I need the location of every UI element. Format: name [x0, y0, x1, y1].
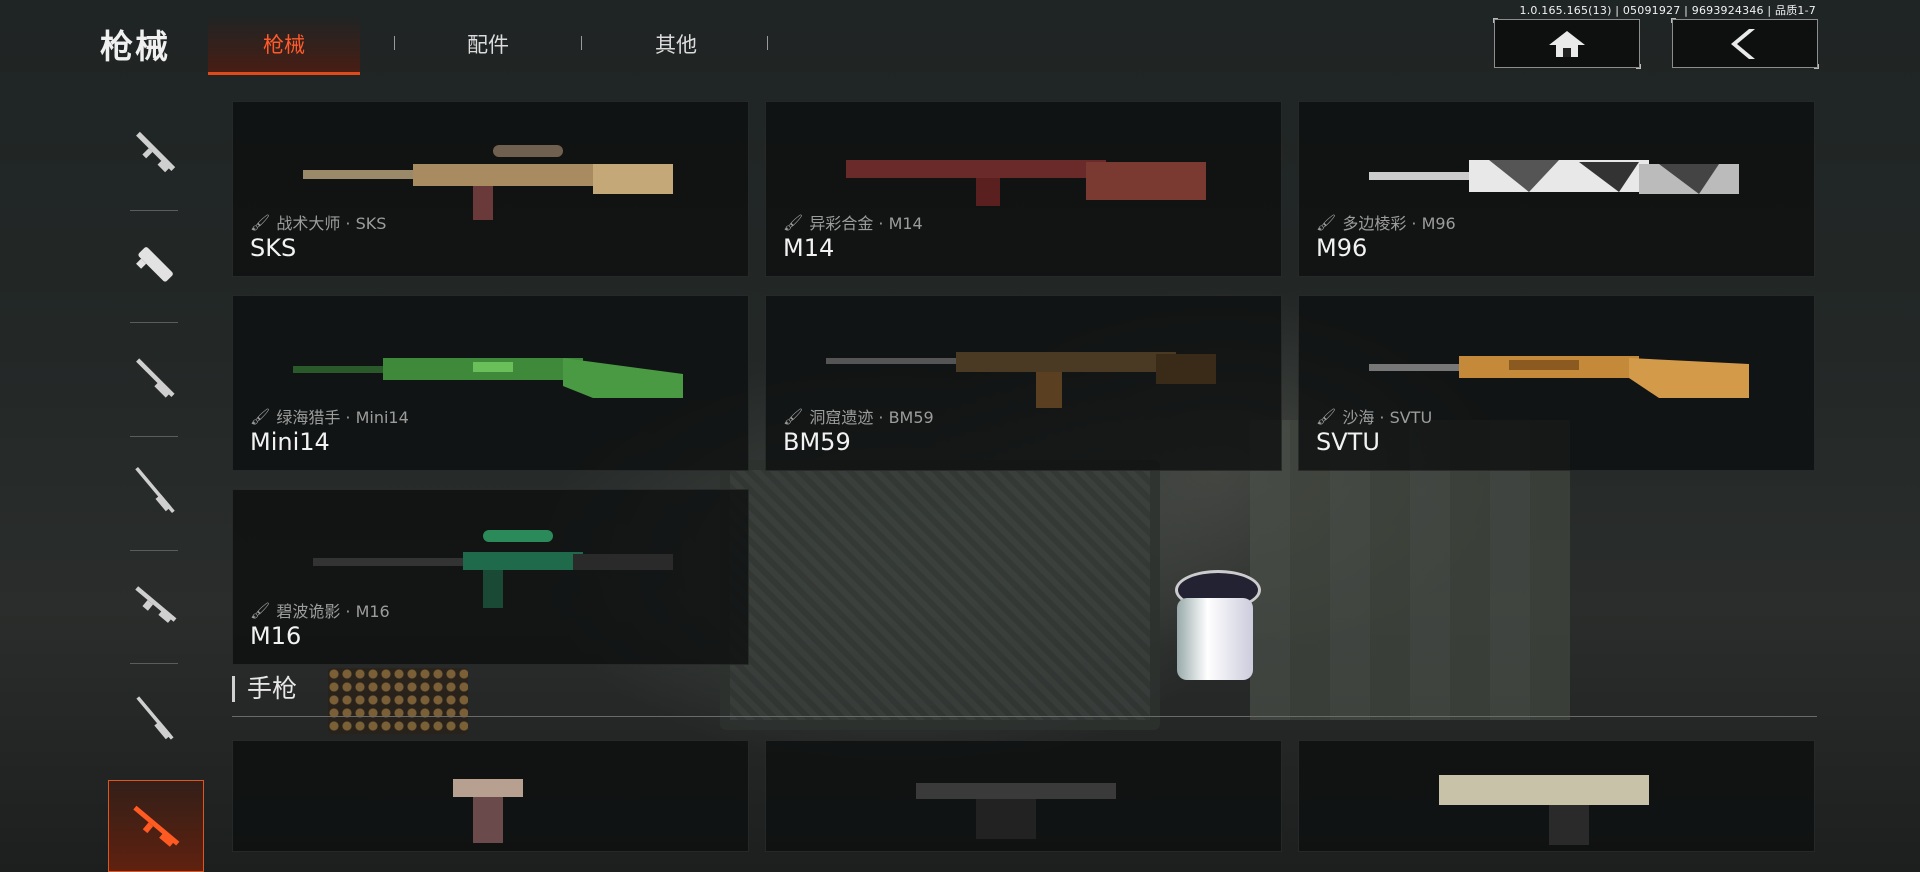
sidebar-divider — [130, 436, 178, 437]
lmg-icon — [135, 586, 177, 623]
home-button[interactable] — [1493, 18, 1641, 69]
tab-other[interactable]: 其他 — [600, 16, 752, 72]
sidebar-item-shotgun[interactable] — [130, 338, 180, 418]
sniper-rifle-icon — [135, 466, 175, 514]
weapon-name: SVTU — [1316, 428, 1380, 456]
paint-brush-icon: 🖌 — [783, 406, 804, 426]
paint-brush-icon: 🖌 — [250, 406, 271, 426]
page-title: 枪械 — [100, 27, 170, 66]
pistol-image — [453, 779, 523, 843]
weapon-card-m14[interactable]: 🖌 异彩合金 · M14 M14 — [765, 101, 1282, 277]
dmr-icon — [133, 805, 180, 847]
weapon-card-bm59[interactable]: 🖌 洞窟遗迹 · BM59 BM59 — [765, 295, 1282, 471]
weapon-name: M96 — [1316, 234, 1368, 262]
tab-attachments[interactable]: 配件 — [412, 16, 564, 72]
sidebar-item-dmr[interactable] — [108, 780, 204, 872]
weapon-name: BM59 — [783, 428, 851, 456]
skin-label: 🖌 碧波诡影 · M16 — [250, 600, 390, 622]
section-title-pistols: 手枪 — [232, 676, 297, 702]
pistol-image — [1439, 775, 1649, 845]
sidebar-divider — [130, 550, 178, 551]
pistol-card[interactable] — [1298, 740, 1815, 852]
smg-icon — [136, 247, 173, 282]
pistol-card[interactable] — [232, 740, 749, 852]
paint-brush-icon: 🖌 — [1316, 406, 1337, 426]
skin-label: 🖌 洞窟遗迹 · BM59 — [783, 406, 934, 428]
sidebar-item-marksman-rifle[interactable] — [130, 678, 180, 758]
background-ammo-box — [328, 668, 468, 734]
shotgun-icon — [136, 358, 175, 398]
sidebar-item-sniper-rifle[interactable] — [130, 450, 180, 530]
marksman-rifle-icon — [136, 696, 174, 740]
tab-firearms[interactable]: 枪械 — [208, 16, 360, 75]
top-bar: 枪械 枪械 配件 其他 1.0.165.165(13) | 05091927 |… — [0, 0, 1920, 80]
weapon-card-m96[interactable]: 🖌 多边棱彩 · M96 M96 — [1298, 101, 1815, 277]
sidebar-item-smg[interactable] — [130, 225, 180, 305]
paint-brush-icon: 🖌 — [1316, 212, 1337, 232]
skin-label: 🖌 沙海 · SVTU — [1316, 406, 1433, 428]
sidebar-divider — [130, 663, 178, 664]
assault-rifle-icon — [136, 131, 176, 173]
weapon-name: M14 — [783, 234, 835, 262]
sidebar-item-assault-rifle[interactable] — [130, 112, 180, 192]
weapon-card-sks[interactable]: 🖌 战术大师 · SKS SKS — [232, 101, 749, 277]
section-divider — [232, 716, 1817, 717]
paint-brush-icon: 🖌 — [250, 212, 271, 232]
skin-label: 🖌 多边棱彩 · M96 — [1316, 212, 1456, 234]
background-crate — [720, 460, 1160, 730]
weapon-name: SKS — [250, 234, 297, 262]
skin-label: 🖌 异彩合金 · M14 — [783, 212, 923, 234]
paint-brush-icon: 🖌 — [250, 600, 271, 620]
tab-divider — [394, 36, 395, 50]
tab-divider — [581, 36, 582, 50]
weapon-name: M16 — [250, 622, 302, 650]
version-info: 1.0.165.165(13) | 05091927 | 9693924346 … — [1519, 4, 1816, 17]
sidebar-divider — [130, 210, 178, 211]
pistol-card[interactable] — [765, 740, 1282, 852]
weapon-card-mini14[interactable]: 🖌 绿海猎手 · Mini14 Mini14 — [232, 295, 749, 471]
tab-divider — [767, 36, 768, 50]
sidebar-divider — [130, 322, 178, 323]
pistol-image — [916, 783, 1116, 839]
weapon-category-sidebar — [100, 100, 210, 872]
back-button[interactable] — [1671, 18, 1819, 69]
skin-label: 🖌 绿海猎手 · Mini14 — [250, 406, 409, 428]
paint-brush-icon: 🖌 — [783, 212, 804, 232]
background-lantern — [1165, 570, 1265, 730]
weapon-name: Mini14 — [250, 428, 330, 456]
weapon-card-svtu[interactable]: 🖌 沙海 · SVTU SVTU — [1298, 295, 1815, 471]
skin-label: 🖌 战术大师 · SKS — [250, 212, 387, 234]
back-icon — [1731, 28, 1755, 59]
weapon-card-m16[interactable]: 🖌 碧波诡影 · M16 M16 — [232, 489, 749, 665]
home-icon — [1549, 30, 1585, 57]
sidebar-item-lmg[interactable] — [130, 565, 180, 645]
